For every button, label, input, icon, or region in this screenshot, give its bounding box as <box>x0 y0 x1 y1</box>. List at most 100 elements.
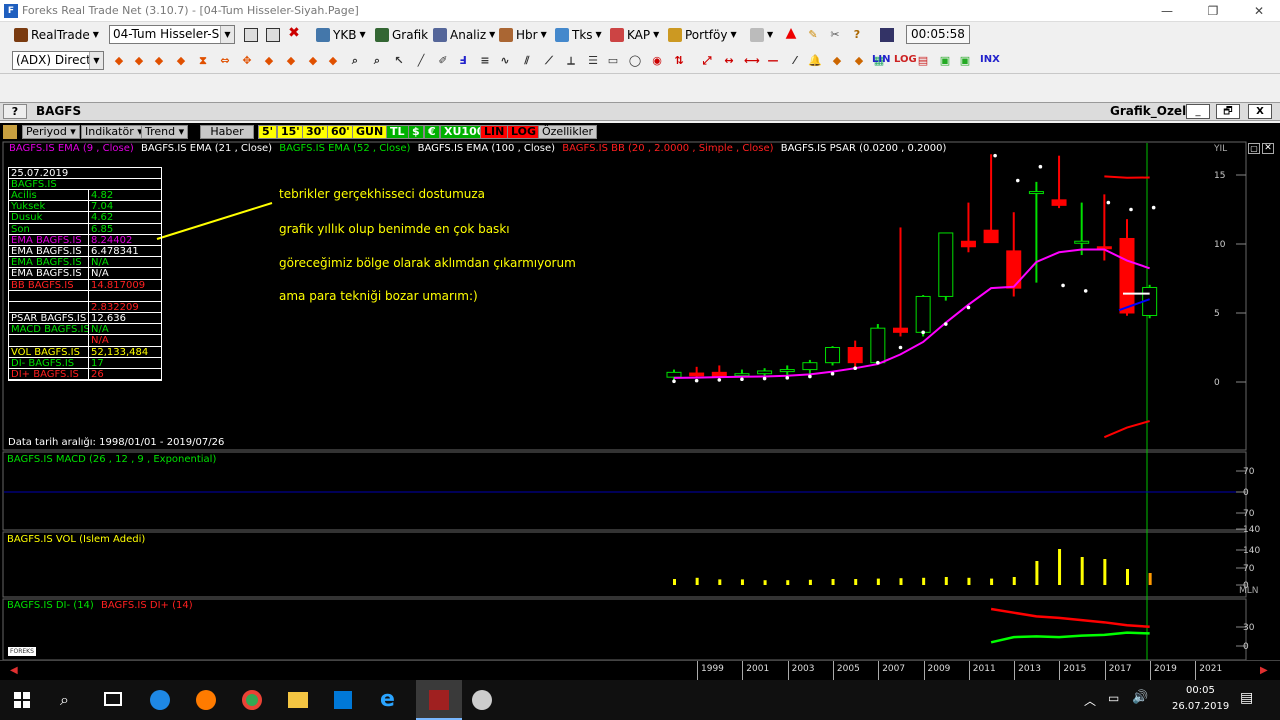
inx-toggle[interactable]: INX <box>980 54 1000 65</box>
ie-icon[interactable]: e <box>380 689 395 711</box>
panel-restore-button[interactable]: 🗗 <box>1216 104 1240 119</box>
excel-icon[interactable]: ▣ <box>958 54 972 68</box>
period-15-button[interactable]: 15' <box>277 125 304 139</box>
shrink-icon[interactable]: ◆ <box>306 54 320 68</box>
fib-tool-icon[interactable]: Ⅎ <box>456 54 470 68</box>
chart-area[interactable]: 0 5 10 15 70 0 70 140 140 70 0 30 0 BAGFS.IS EMA (9 … <box>0 141 1280 662</box>
save-as-icon[interactable] <box>266 28 280 42</box>
ykb-menu[interactable]: YKB ▼ <box>314 25 368 44</box>
periyod-dropdown[interactable]: Periyod ▾ <box>22 125 80 139</box>
screen-icon[interactable] <box>880 28 894 42</box>
ellipse-icon[interactable]: ◯ <box>628 54 642 68</box>
notification-icon[interactable]: ▤ <box>1240 690 1253 706</box>
currency-tl-button[interactable]: TL <box>386 125 409 139</box>
pane-maximize-button[interactable]: ▢ <box>1248 143 1260 154</box>
lin-scale-button[interactable]: LIN <box>480 125 509 139</box>
period-gun-button[interactable]: GUN <box>352 125 388 139</box>
tks-menu[interactable]: Tks ▼ <box>553 25 604 44</box>
pane-close-button[interactable]: ✕ <box>1262 143 1274 154</box>
rectangle-icon[interactable]: ▭ <box>606 54 620 68</box>
help-button[interactable]: ? <box>3 104 27 119</box>
task-view-icon[interactable] <box>104 692 122 706</box>
grafik-menu[interactable]: Grafik <box>373 25 430 44</box>
layout-menu[interactable]: ▼ <box>748 25 775 44</box>
chrome-icon[interactable] <box>242 690 262 710</box>
taskbar-time[interactable]: 00:05 <box>1186 685 1215 696</box>
haber-button[interactable]: Haber <box>200 125 254 139</box>
close-button[interactable]: ✕ <box>1236 0 1280 22</box>
bag2-icon[interactable]: ◆ <box>852 54 866 68</box>
tools-icon[interactable]: ✂ <box>828 28 842 42</box>
network-icon[interactable]: ▭ <box>1108 691 1119 705</box>
gann-icon[interactable]: ⟂ <box>564 54 578 68</box>
analiz-menu[interactable]: Analiz ▼ <box>431 25 497 44</box>
fan-icon[interactable]: ⟋ <box>542 54 556 68</box>
period-5-button[interactable]: 5' <box>258 125 278 139</box>
panel-close-button[interactable]: X <box>1248 104 1272 119</box>
log-scale-button[interactable]: LOG <box>507 125 540 139</box>
log-toggle[interactable]: LOG <box>894 54 917 65</box>
period-30-button[interactable]: 30' <box>302 125 329 139</box>
page-select[interactable]: 04-Tum Hisseler-Siyal ▼ <box>109 25 235 44</box>
zoom-out-icon[interactable]: ⌕ <box>370 54 384 68</box>
arrow-h-icon[interactable]: ↔ <box>722 54 736 68</box>
alert-icon[interactable]: ▲ <box>784 26 798 40</box>
hlines-icon[interactable]: ≡ <box>478 54 492 68</box>
fit-icon[interactable]: ◆ <box>326 54 340 68</box>
zoom-in-icon[interactable]: ⌕ <box>348 54 362 68</box>
indicator-select[interactable]: (ADX) Directi ▼ <box>12 51 104 70</box>
realtrade-menu[interactable]: RealTrade ▼ <box>12 25 101 44</box>
help-icon[interactable]: ? <box>850 28 864 42</box>
store-icon[interactable] <box>334 691 352 709</box>
bell-icon[interactable]: 🔔 <box>808 54 822 68</box>
updown-icon[interactable]: ⇅ <box>672 54 686 68</box>
minimize-button[interactable]: — <box>1144 0 1190 22</box>
windows-start-icon[interactable] <box>14 692 30 708</box>
table-icon[interactable]: ▤ <box>916 54 930 68</box>
expand-icon[interactable]: ◆ <box>152 54 166 68</box>
channel-icon[interactable]: ⫽ <box>520 54 534 68</box>
hline-icon[interactable]: — <box>766 54 780 68</box>
kap-menu[interactable]: KAP ▼ <box>608 25 661 44</box>
resize-icon[interactable]: ◆ <box>174 54 188 68</box>
panel-minimize-button[interactable]: _ <box>1186 104 1210 119</box>
currency-usd-button[interactable]: $ <box>408 125 424 139</box>
bag-icon[interactable]: ◆ <box>830 54 844 68</box>
currency-eur-button[interactable]: € <box>424 125 440 139</box>
eraser-icon[interactable]: ◉ <box>650 54 664 68</box>
chart-menu-icon[interactable] <box>3 125 17 139</box>
move-icon[interactable]: ✥ <box>240 54 254 68</box>
swap-icon[interactable]: ⇔ <box>218 54 232 68</box>
foreks-task-button[interactable] <box>416 680 462 720</box>
firefox-icon[interactable] <box>196 690 216 710</box>
restore-button[interactable]: ❐ <box>1190 0 1236 22</box>
dash-h-icon[interactable]: ⟷ <box>744 54 760 68</box>
search-icon[interactable]: ⌕ <box>60 690 69 710</box>
hourglass-icon[interactable]: ⧗ <box>196 54 210 68</box>
period-60-button[interactable]: 60' <box>327 125 354 139</box>
text-tool-icon[interactable]: ✐ <box>436 54 450 68</box>
indikator-dropdown[interactable]: Indikatör ▾ <box>81 125 147 139</box>
pencil-icon[interactable]: ✎ <box>806 28 820 42</box>
diag-line-icon[interactable]: ⁄ <box>788 54 802 68</box>
taskbar-date[interactable]: 26.07.2019 <box>1172 701 1229 712</box>
arrow-left-icon[interactable]: ◆ <box>112 54 126 68</box>
save-icon[interactable] <box>244 28 258 42</box>
tray-chevron-icon[interactable]: ︿ <box>1084 692 1096 709</box>
list-icon[interactable]: ☰ <box>586 54 600 68</box>
diamond-icon[interactable]: ◆ <box>262 54 276 68</box>
pin-icon[interactable]: ◆ <box>284 54 298 68</box>
cursor-icon[interactable]: ↖ <box>392 54 406 68</box>
paint-icon[interactable] <box>472 690 492 710</box>
edge-icon[interactable] <box>150 690 170 710</box>
calc-icon[interactable]: ▣ <box>938 54 952 68</box>
pointer-line-icon[interactable]: ⤢ <box>700 54 714 68</box>
portfoy-menu[interactable]: Portföy ▼ <box>666 25 739 44</box>
volume-icon[interactable]: 🔊 <box>1132 690 1148 705</box>
file-explorer-icon[interactable] <box>288 692 308 708</box>
line-tool-icon[interactable]: ╱ <box>414 54 428 68</box>
trend-dropdown[interactable]: Trend ▾ <box>141 125 189 139</box>
wave-icon[interactable]: ∿ <box>498 54 512 68</box>
lin-toggle[interactable]: LIN <box>872 54 890 65</box>
delete-icon[interactable]: ✖ <box>287 26 301 40</box>
